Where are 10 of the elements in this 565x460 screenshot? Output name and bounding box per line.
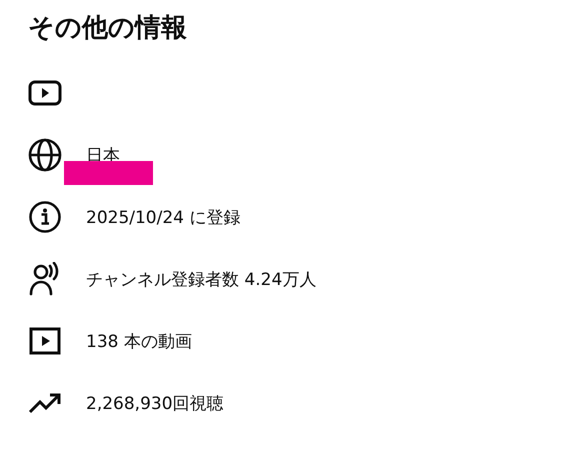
- globe-icon: [28, 138, 62, 172]
- trending-up-icon: [28, 392, 62, 414]
- info-text: 2,268,930回視聴: [86, 394, 224, 414]
- info-icon: [28, 200, 62, 234]
- info-text: チャンネル登録者数 4.24万人: [86, 270, 316, 290]
- video-icon: [28, 327, 62, 355]
- section-title: その他の情報: [28, 12, 188, 45]
- play-button-icon: [28, 80, 62, 106]
- info-text: 138 本の動画: [86, 332, 192, 352]
- info-text: 2025/10/24 に登録: [86, 208, 240, 228]
